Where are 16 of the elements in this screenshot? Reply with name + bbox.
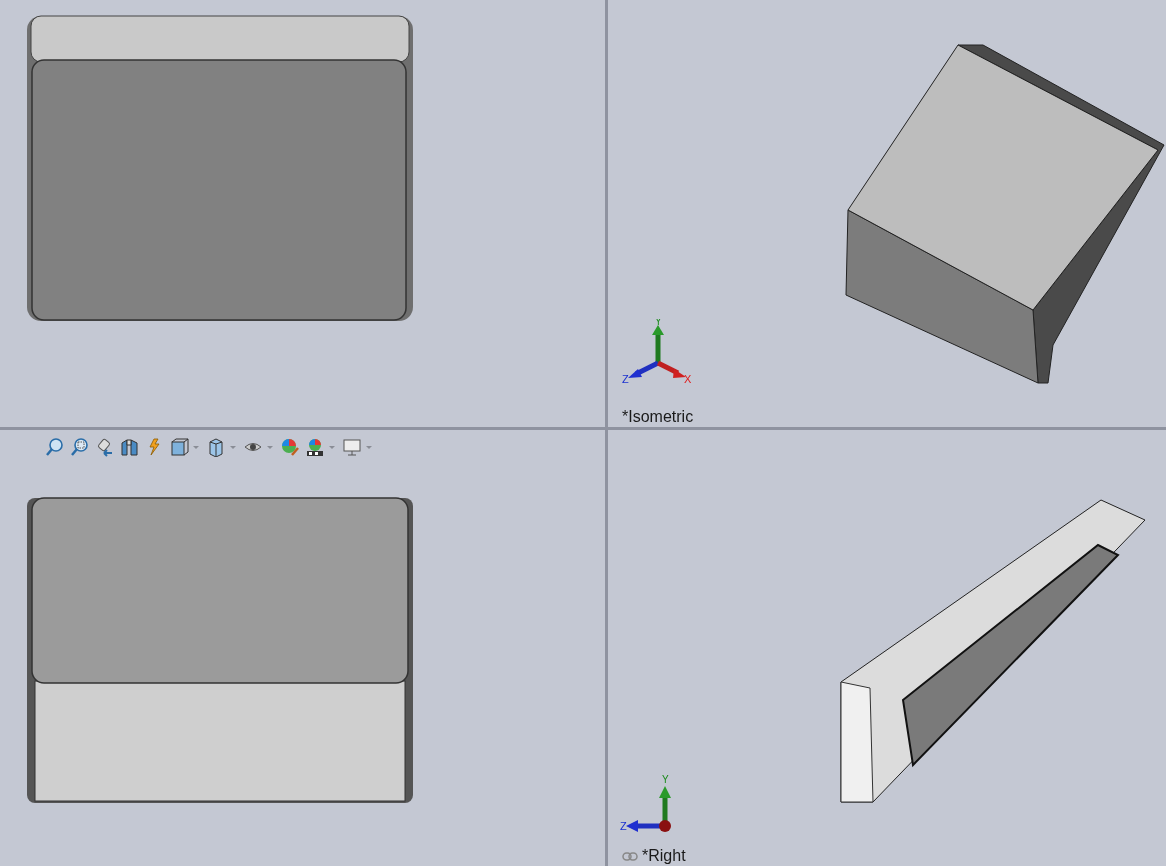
monitor-icon (341, 437, 362, 457)
palette-pencil-icon (279, 437, 300, 457)
view-name-label: *Right (642, 848, 686, 864)
dropdown-caret-icon[interactable] (328, 444, 336, 450)
axis-triad-drawing: Y Z (620, 774, 680, 836)
dropdown-caret-icon[interactable] (192, 444, 200, 450)
zoom-area-icon (68, 437, 89, 457)
axis-triad-drawing: Y Z X (620, 319, 700, 385)
cube-view-icon (168, 437, 189, 457)
dropdown-caret-icon[interactable] (365, 444, 373, 450)
dropdown-caret-icon[interactable] (229, 444, 237, 450)
palette-scene-icon (304, 437, 325, 457)
zoom-fit-icon (43, 437, 64, 457)
section-view-icon (118, 437, 139, 457)
dropdown-caret-icon[interactable] (266, 444, 274, 450)
view-name-label: *Isometric (622, 409, 694, 425)
